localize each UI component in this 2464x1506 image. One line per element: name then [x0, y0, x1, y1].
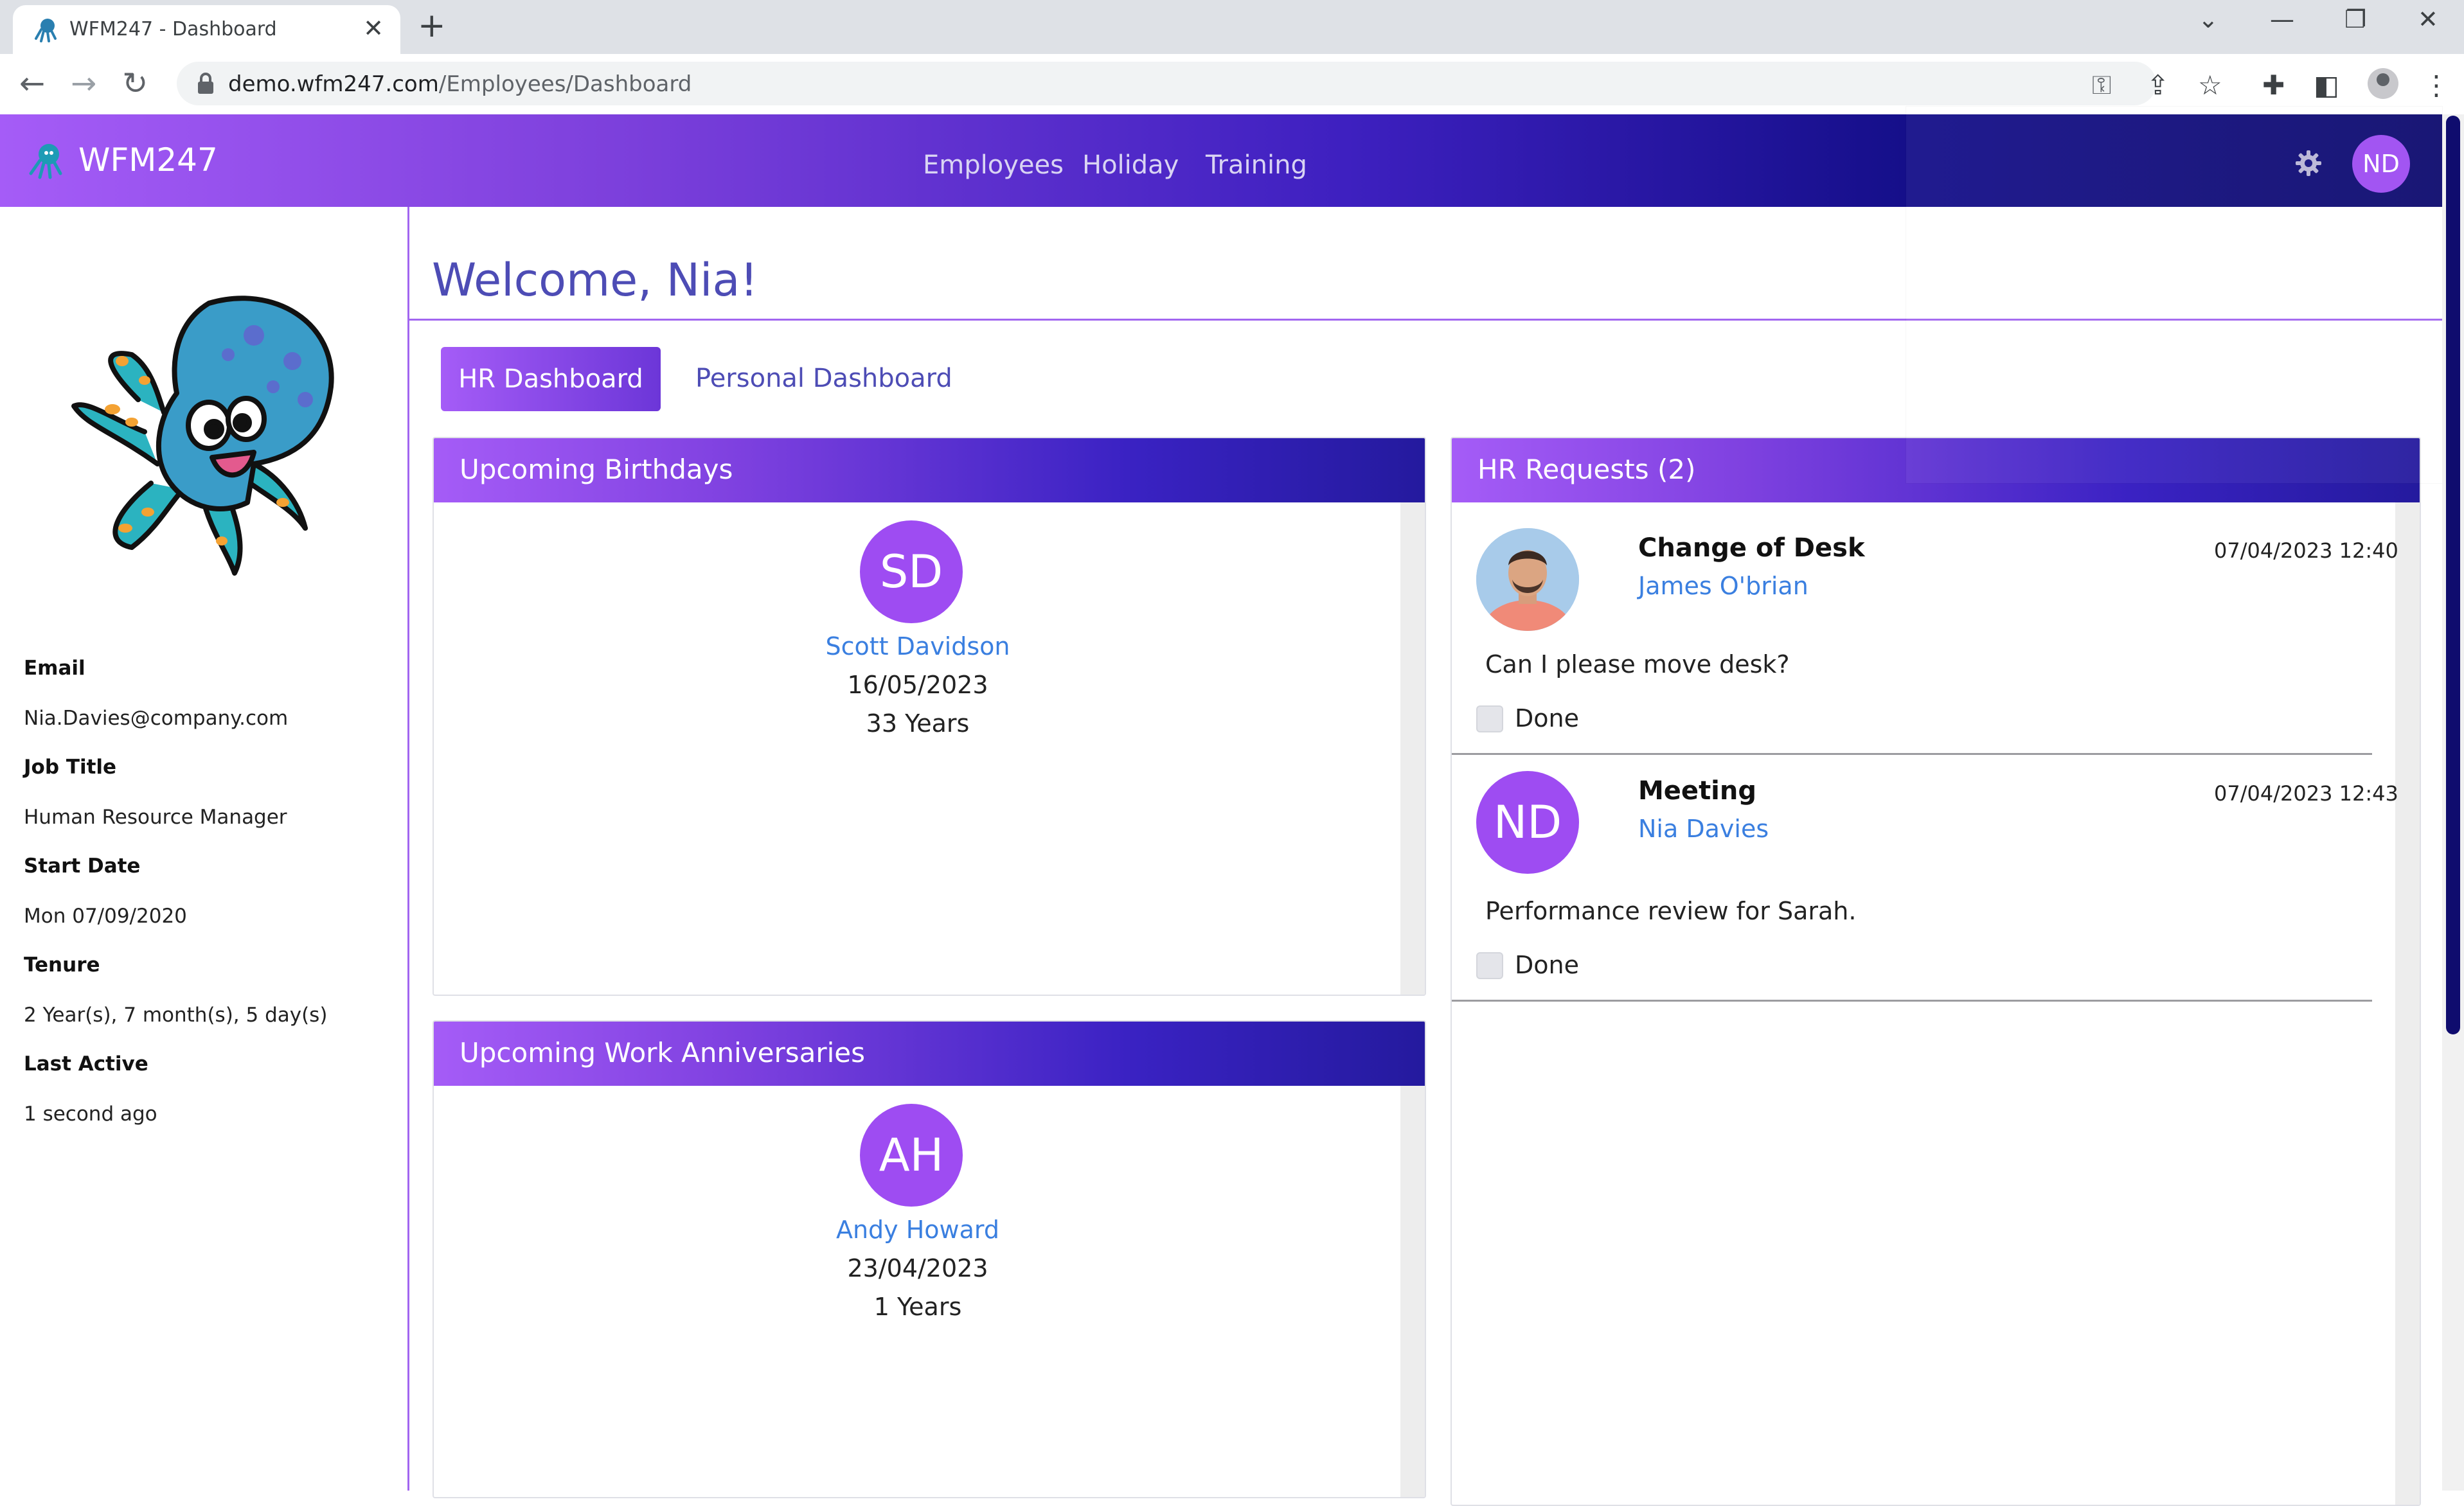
restore-window-icon[interactable]: ❐	[2344, 5, 2366, 33]
request-done-label[interactable]: Done	[1515, 951, 1579, 979]
address-bar[interactable]: demo.wfm247.com/Employees/Dashboard ⚿	[177, 62, 2156, 105]
tab-personal-dashboard[interactable]: Personal Dashboard	[695, 364, 952, 393]
browser-menu-icon[interactable]: ⋮	[2423, 69, 2450, 101]
octopus-logo-icon[interactable]	[27, 141, 66, 180]
anniversaries-card: Upcoming Work Anniversaries AH Andy Howa…	[433, 1020, 1426, 1498]
share-icon[interactable]: ⇪	[2147, 69, 2169, 101]
close-tab-icon[interactable]: ✕	[363, 14, 384, 42]
nia-avatar: ND	[1476, 771, 1579, 874]
bookmark-star-icon[interactable]: ☆	[2198, 69, 2222, 101]
lock-icon	[198, 73, 213, 94]
james-photo-avatar	[1476, 528, 1579, 631]
request-message: Can I please move desk?	[1485, 650, 1790, 678]
hr-requests-scrollbar[interactable]	[2395, 502, 2420, 1505]
last-active-label: Last Active	[24, 1052, 148, 1076]
birthday-person-link[interactable]: Scott Davidson	[796, 632, 1040, 660]
birthdays-card-title: Upcoming Birthdays	[460, 454, 733, 485]
tenure-value: 2 Year(s), 7 month(s), 5 day(s)	[24, 1004, 328, 1027]
job-title-value: Human Resource Manager	[24, 806, 287, 829]
dropdown-overlay	[1906, 107, 2442, 483]
birthday-avatar: SD	[860, 520, 963, 623]
extensions-icon[interactable]: ✚	[2262, 69, 2285, 101]
back-icon[interactable]: ←	[19, 66, 45, 102]
close-window-icon[interactable]: ✕	[2418, 5, 2438, 33]
page-scrollbar-thumb[interactable]	[2446, 116, 2460, 1034]
new-tab-icon[interactable]: +	[418, 6, 446, 45]
hr-requests-card: HR Requests (2) Change of Desk James O'b…	[1451, 437, 2421, 1506]
browser-tab-bar: WFM247 - Dashboard ✕ + ⌄ — ❐ ✕	[0, 0, 2464, 54]
email-label: Email	[24, 657, 85, 680]
anniversary-years: 1 Years	[873, 1293, 962, 1321]
request-done-checkbox[interactable]	[1476, 705, 1503, 732]
request-person-link[interactable]: Nia Davies	[1638, 815, 1769, 843]
start-date-value: Mon 07/09/2020	[24, 905, 187, 928]
person-photo-icon	[1476, 528, 1579, 631]
forward-icon[interactable]: →	[71, 66, 96, 102]
brand-name[interactable]: WFM247	[78, 141, 218, 179]
birthday-age: 33 Years	[866, 709, 970, 738]
minimize-window-icon[interactable]: —	[2270, 5, 2294, 33]
request-divider	[1452, 1000, 2372, 1002]
nav-link-training[interactable]: Training	[1206, 150, 1307, 180]
hr-requests-card-title: HR Requests (2)	[1478, 454, 1696, 485]
page-scrollbar[interactable]	[2442, 114, 2464, 1491]
birthdays-card: Upcoming Birthdays SD Scott Davidson 16/…	[433, 437, 1426, 996]
browser-profile-icon[interactable]	[2368, 68, 2398, 99]
tab-hr-dashboard[interactable]: HR Dashboard	[441, 347, 661, 411]
nav-link-employees[interactable]: Employees	[923, 150, 1064, 180]
birthday-date: 16/05/2023	[847, 671, 988, 699]
birthdays-scrollbar[interactable]	[1400, 502, 1425, 995]
octopus-mascot-icon	[71, 296, 334, 576]
tab-search-icon[interactable]: ⌄	[2198, 5, 2218, 33]
side-panel-icon[interactable]: ◧	[2314, 69, 2339, 101]
anniversary-person-link[interactable]: Andy Howard	[796, 1216, 1040, 1244]
request-title: Meeting	[1638, 776, 1757, 806]
request-timestamp: 07/04/2023 12:40	[2214, 538, 2398, 563]
request-title: Change of Desk	[1638, 533, 1865, 563]
anniversary-date: 23/04/2023	[847, 1254, 988, 1282]
anniversaries-card-title: Upcoming Work Anniversaries	[460, 1037, 865, 1068]
request-done-label[interactable]: Done	[1515, 704, 1579, 732]
last-active-value: 1 second ago	[24, 1103, 157, 1126]
request-timestamp: 07/04/2023 12:43	[2214, 781, 2398, 806]
birthdays-card-header: Upcoming Birthdays	[434, 438, 1425, 502]
url-host: demo.wfm247.com	[228, 71, 439, 97]
page-title: Welcome, Nia!	[432, 254, 758, 306]
reload-icon[interactable]: ↻	[122, 66, 148, 102]
anniversaries-scrollbar[interactable]	[1400, 1086, 1425, 1497]
profile-sidebar: Email Nia.Davies@company.com Job Title H…	[0, 207, 409, 1491]
browser-toolbar: ← → ↻ demo.wfm247.com/Employees/Dashboar…	[0, 54, 2464, 115]
key-icon[interactable]: ⚿	[2092, 71, 2111, 100]
request-message: Performance review for Sarah.	[1485, 897, 1857, 925]
anniversaries-card-header: Upcoming Work Anniversaries	[434, 1022, 1425, 1086]
url-path: /Employees/Dashboard	[438, 71, 692, 97]
request-person-link[interactable]: James O'brian	[1638, 572, 1808, 600]
nav-link-holiday[interactable]: Holiday	[1082, 150, 1179, 180]
start-date-label: Start Date	[24, 855, 141, 878]
job-title-label: Job Title	[24, 756, 117, 779]
request-done-checkbox[interactable]	[1476, 952, 1503, 979]
tenure-label: Tenure	[24, 953, 100, 977]
anniversary-avatar: AH	[860, 1104, 963, 1207]
octopus-favicon-icon	[35, 19, 57, 42]
url-text: demo.wfm247.com/Employees/Dashboard	[228, 71, 692, 97]
browser-tab-active[interactable]: WFM247 - Dashboard ✕	[13, 5, 400, 54]
browser-tab-title: WFM247 - Dashboard	[69, 18, 277, 40]
request-divider	[1452, 753, 2372, 755]
email-value: Nia.Davies@company.com	[24, 707, 289, 730]
